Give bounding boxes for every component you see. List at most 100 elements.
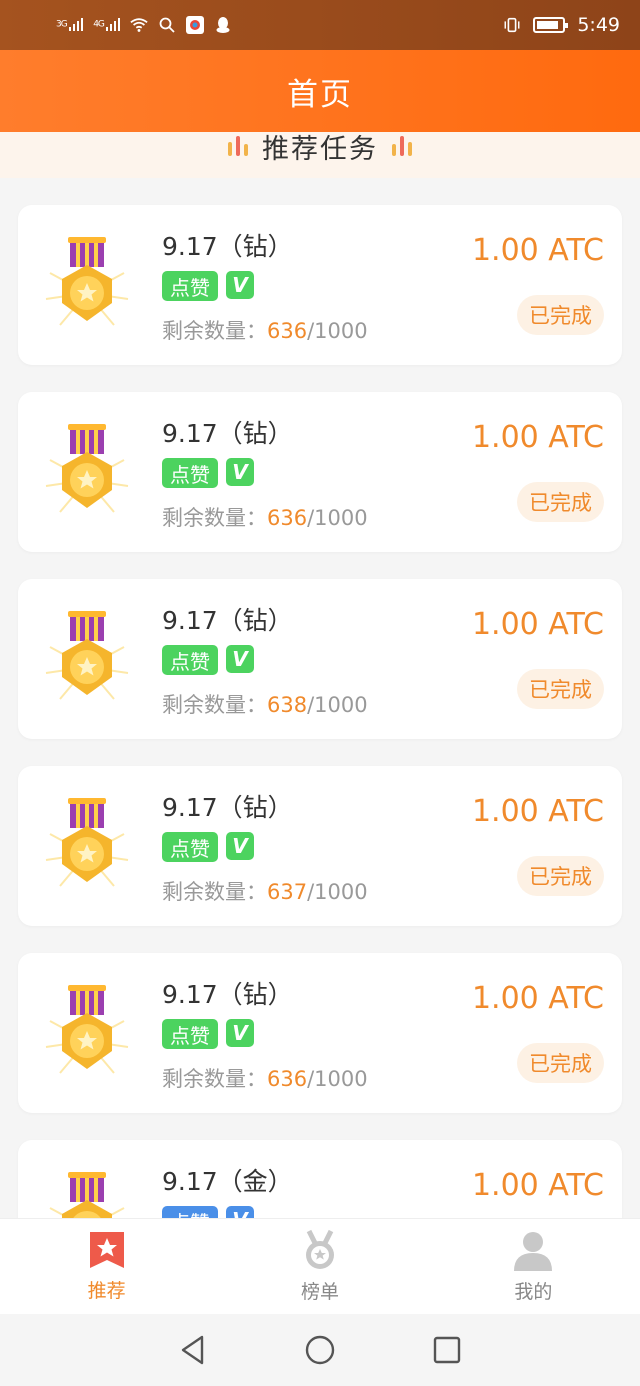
task-title: 9.17（金） <box>162 1167 293 1196</box>
signal-3g-icon: 3G <box>56 17 84 34</box>
task-reward: 1.00 ATC <box>471 607 604 642</box>
task-reward: 1.00 ATC <box>471 233 604 268</box>
task-tags: 点赞 V <box>162 458 254 488</box>
remaining-label: 剩余数量： <box>162 319 267 343</box>
task-tags: 点赞 V <box>162 645 254 675</box>
remaining-count: 剩余数量：638/1000 <box>162 689 368 719</box>
task-card[interactable]: 9.17（钻） 点赞 V 剩余数量：636/1000 1.00 ATC 已完成 <box>18 205 622 365</box>
platform-v-icon: V <box>226 271 254 299</box>
medal-icon <box>45 424 129 513</box>
network-type-1: 3G <box>56 18 68 29</box>
platform-v-icon: V <box>226 1206 254 1218</box>
tag-like: 点赞 <box>162 1206 218 1218</box>
remaining-total: /1000 <box>307 506 368 530</box>
task-list[interactable]: 9.17（钻） 点赞 V 剩余数量：636/1000 1.00 ATC 已完成 … <box>0 178 640 1218</box>
status-badge[interactable]: 已完成 <box>517 1043 604 1083</box>
task-card[interactable]: 9.17（金） 点赞 V 1.00 ATC <box>18 1140 622 1218</box>
platform-v-icon: V <box>226 1019 254 1047</box>
task-tags: 点赞 V <box>162 271 254 301</box>
status-bar-right: 5:49 <box>503 14 620 36</box>
task-card[interactable]: 9.17（钻） 点赞 V 剩余数量：637/1000 1.00 ATC 已完成 <box>18 766 622 926</box>
task-reward: 1.00 ATC <box>471 981 604 1016</box>
medal-icon <box>45 611 129 700</box>
remaining-total: /1000 <box>307 880 368 904</box>
tag-like: 点赞 <box>162 271 218 301</box>
remaining-value: 636 <box>267 319 308 343</box>
system-nav-bar <box>0 1314 640 1386</box>
task-title: 9.17（钻） <box>162 232 293 261</box>
task-card[interactable]: 9.17（钻） 点赞 V 剩余数量：638/1000 1.00 ATC 已完成 <box>18 579 622 739</box>
battery-icon <box>533 17 569 33</box>
wifi-icon <box>130 16 149 34</box>
remaining-value: 637 <box>267 880 308 904</box>
qq-icon <box>214 16 232 34</box>
remaining-value: 638 <box>267 693 308 717</box>
task-card[interactable]: 9.17（钻） 点赞 V 剩余数量：636/1000 1.00 ATC 已完成 <box>18 392 622 552</box>
status-bar: 3G 4G 5:49 <box>0 0 640 50</box>
app-notification-icon <box>186 16 205 34</box>
status-badge[interactable]: 已完成 <box>517 856 604 896</box>
recents-icon[interactable] <box>432 1335 462 1365</box>
task-title: 9.17（钻） <box>162 419 293 448</box>
signal-4g-icon: 4G <box>93 17 121 34</box>
medal-icon <box>45 985 129 1074</box>
home-icon[interactable] <box>304 1334 336 1366</box>
back-icon[interactable] <box>178 1334 208 1366</box>
task-title: 9.17（钻） <box>162 980 293 1009</box>
task-reward: 1.00 ATC <box>471 420 604 455</box>
platform-v-icon: V <box>226 832 254 860</box>
platform-v-icon: V <box>226 458 254 486</box>
tab-label: 榜单 <box>300 1281 339 1303</box>
clock: 5:49 <box>577 14 620 36</box>
tag-like: 点赞 <box>162 832 218 862</box>
remaining-count: 剩余数量：636/1000 <box>162 315 368 345</box>
medal-icon <box>45 798 129 887</box>
network-type-2: 4G <box>93 18 105 29</box>
search-icon <box>158 16 176 34</box>
medal-icon <box>45 237 129 326</box>
remaining-value: 636 <box>267 1067 308 1091</box>
tab-label: 我的 <box>514 1281 553 1303</box>
decoration-left-icon <box>228 134 248 156</box>
bookmark-star-icon <box>89 1232 124 1268</box>
tag-like: 点赞 <box>162 1019 218 1049</box>
task-tags: 点赞 V <box>162 1019 254 1049</box>
tag-like: 点赞 <box>162 458 218 488</box>
status-badge[interactable]: 已完成 <box>517 669 604 709</box>
bottom-tab-bar: 推荐 榜单 我的 <box>0 1218 640 1314</box>
remaining-label: 剩余数量： <box>162 506 267 530</box>
remaining-total: /1000 <box>307 693 368 717</box>
vibrate-icon <box>503 16 521 34</box>
task-card[interactable]: 9.17（钻） 点赞 V 剩余数量：636/1000 1.00 ATC 已完成 <box>18 953 622 1113</box>
decoration-right-icon <box>392 134 412 156</box>
user-icon <box>514 1232 553 1271</box>
tag-like: 点赞 <box>162 645 218 675</box>
section-title: 推荐任务 <box>262 133 378 165</box>
task-reward: 1.00 ATC <box>471 794 604 829</box>
status-badge[interactable]: 已完成 <box>517 295 604 335</box>
task-title: 9.17（钻） <box>162 793 293 822</box>
remaining-label: 剩余数量： <box>162 1067 267 1091</box>
platform-v-icon: V <box>226 645 254 673</box>
remaining-total: /1000 <box>307 1067 368 1091</box>
task-tags: 点赞 V <box>162 832 254 862</box>
task-title: 9.17（钻） <box>162 606 293 635</box>
tab-recommend[interactable]: 推荐 <box>0 1219 213 1314</box>
remaining-value: 636 <box>267 506 308 530</box>
task-tags: 点赞 V <box>162 1206 254 1218</box>
page-header: 首页 <box>0 50 640 132</box>
tab-label: 推荐 <box>87 1280 126 1302</box>
tab-ranking[interactable]: 榜单 <box>213 1219 426 1314</box>
medal-icon <box>49 1172 125 1218</box>
remaining-label: 剩余数量： <box>162 880 267 904</box>
task-reward: 1.00 ATC <box>471 1168 604 1203</box>
remaining-count: 剩余数量：636/1000 <box>162 1063 368 1093</box>
medal-icon <box>305 1229 334 1269</box>
page-title: 首页 <box>287 76 353 113</box>
status-bar-left: 3G 4G <box>56 16 232 34</box>
remaining-count: 剩余数量：637/1000 <box>162 876 368 906</box>
tab-mine[interactable]: 我的 <box>427 1219 640 1314</box>
status-badge[interactable]: 已完成 <box>517 482 604 522</box>
remaining-total: /1000 <box>307 319 368 343</box>
remaining-label: 剩余数量： <box>162 693 267 717</box>
